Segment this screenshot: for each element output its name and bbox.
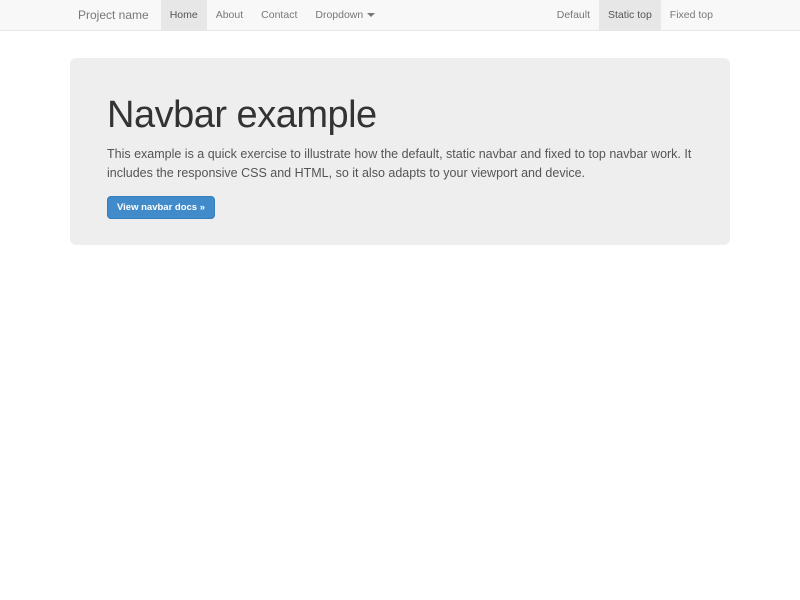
- navbar-left-group: Project name Home About Contact Dropdown: [78, 0, 384, 30]
- nav-item-label: Contact: [261, 9, 297, 21]
- navbar-left-nav: Home About Contact Dropdown: [161, 0, 385, 30]
- nav-item-label: Dropdown: [315, 9, 363, 21]
- navbar-right-nav: Default Static top Fixed top: [548, 0, 722, 30]
- page-title: Navbar example: [107, 96, 693, 136]
- view-navbar-docs-button[interactable]: View navbar docs »: [107, 196, 215, 220]
- nav-item-fixed-top[interactable]: Fixed top: [661, 0, 722, 30]
- nav-item-label: Default: [557, 9, 590, 21]
- nav-item-dropdown[interactable]: Dropdown: [306, 0, 384, 30]
- navbar: Project name Home About Contact Dropdown De…: [0, 0, 800, 31]
- nav-item-label: Static top: [608, 9, 652, 21]
- nav-item-label: Fixed top: [670, 9, 713, 21]
- nav-item-contact[interactable]: Contact: [252, 0, 306, 30]
- nav-item-static-top[interactable]: Static top: [599, 0, 661, 30]
- navbar-brand[interactable]: Project name: [78, 0, 161, 30]
- nav-item-home[interactable]: Home: [161, 0, 207, 30]
- jumbotron: Navbar example This example is a quick e…: [70, 58, 730, 245]
- jumbotron-description: This example is a quick exercise to illu…: [107, 145, 693, 184]
- nav-item-label: About: [216, 9, 243, 21]
- nav-item-label: Home: [170, 9, 198, 21]
- caret-down-icon: [367, 13, 375, 17]
- navbar-container: Project name Home About Contact Dropdown De…: [70, 0, 730, 30]
- nav-item-about[interactable]: About: [207, 0, 252, 30]
- nav-item-default[interactable]: Default: [548, 0, 599, 30]
